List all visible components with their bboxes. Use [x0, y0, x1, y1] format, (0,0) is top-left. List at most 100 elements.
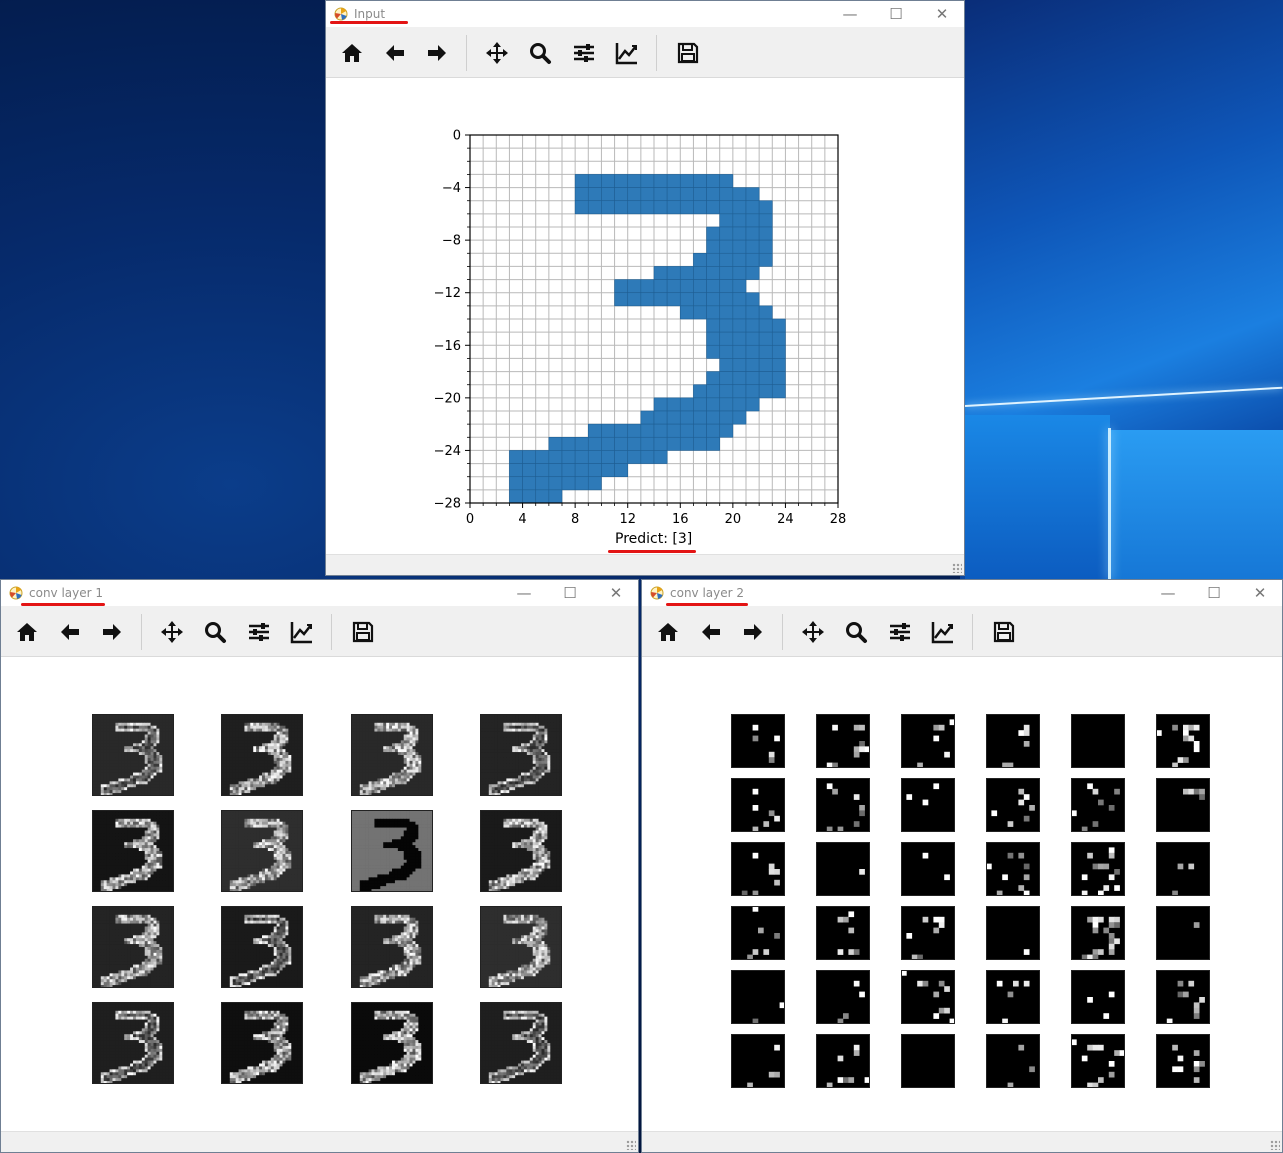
home-button[interactable]: [336, 37, 368, 69]
title-bar[interactable]: conv layer 1 — ☐ ✕: [1, 580, 638, 606]
feature-map: [351, 714, 433, 796]
conv-layer-2-window: conv layer 2 — ☐ ✕: [641, 579, 1283, 1153]
forward-arrow-button[interactable]: [96, 616, 128, 648]
minimize-button[interactable]: —: [502, 582, 546, 604]
pixel-cell: [640, 423, 655, 438]
pixel-cell: [653, 436, 668, 451]
pixel-cell: [561, 476, 576, 491]
pixel-cell: [706, 423, 721, 438]
feature-map: [1156, 714, 1210, 768]
pixel-cell: [771, 358, 786, 372]
forward-arrow-icon: [744, 624, 762, 640]
pixel-cell: [758, 213, 773, 228]
pixel-cell: [706, 266, 721, 280]
desktop-wallpaper-pane: [1110, 430, 1283, 580]
save-button[interactable]: [347, 616, 379, 648]
pixel-cell: [679, 436, 694, 451]
pixel-cell: [679, 292, 694, 307]
pan-button[interactable]: [481, 37, 513, 69]
y-tick-label: −16: [434, 339, 461, 354]
feature-map: [221, 810, 303, 892]
pixel-cell: [561, 436, 576, 451]
pixel-cell: [732, 344, 747, 359]
pixel-cell: [679, 187, 694, 202]
resize-grip[interactable]: [1270, 1140, 1280, 1150]
configure-subplots-button[interactable]: [568, 37, 600, 69]
title-bar[interactable]: conv layer 2 — ☐ ✕: [642, 580, 1282, 606]
pixel-cell: [509, 489, 523, 504]
zoom-button[interactable]: [199, 616, 231, 648]
pixel-cell: [719, 279, 734, 294]
pixel-cell: [719, 318, 734, 333]
pan-button[interactable]: [156, 616, 188, 648]
pixel-cell: [758, 252, 773, 267]
minimize-button[interactable]: —: [828, 3, 872, 25]
maximize-button[interactable]: ☐: [1192, 582, 1236, 604]
pixel-cell: [666, 423, 681, 438]
matplotlib-app-icon: [650, 586, 664, 600]
pixel-cell: [693, 423, 707, 438]
figure-canvas[interactable]: 0 4 8 12 16 20 24 28 0 −4 −8 −12 −16 −20 −24 −28 Predic…: [326, 78, 964, 555]
pixel-cell: [745, 292, 760, 307]
feature-map: [1156, 842, 1210, 896]
pixel-cell: [627, 292, 642, 307]
maximize-button[interactable]: ☐: [548, 582, 592, 604]
pixel-cell: [601, 423, 615, 438]
minimize-button[interactable]: —: [1146, 582, 1190, 604]
pan-icon: [486, 42, 508, 64]
close-button[interactable]: ✕: [920, 3, 964, 25]
pixel-cell: [587, 187, 602, 202]
pixel-cell: [653, 187, 668, 202]
feature-map: [986, 1034, 1040, 1088]
edit-axis-button[interactable]: [286, 616, 318, 648]
pixel-cell: [601, 463, 615, 478]
close-button[interactable]: ✕: [1238, 582, 1282, 604]
figure-canvas[interactable]: [642, 657, 1282, 1132]
back-arrow-button[interactable]: [695, 616, 727, 648]
configure-subplots-button[interactable]: [243, 616, 275, 648]
pixel-cell: [758, 200, 773, 215]
save-icon: [993, 621, 1015, 643]
figure-canvas[interactable]: [1, 657, 638, 1132]
pan-button[interactable]: [797, 616, 829, 648]
pixel-cell: [758, 226, 773, 241]
save-button[interactable]: [988, 616, 1020, 648]
save-icon: [352, 621, 374, 643]
home-button[interactable]: [652, 616, 684, 648]
save-button[interactable]: [672, 37, 704, 69]
configure-subplots-button[interactable]: [884, 616, 916, 648]
feature-map: [816, 1034, 870, 1088]
pixel-cell: [653, 450, 668, 464]
pixel-cell: [706, 187, 721, 202]
resize-grip[interactable]: [626, 1140, 636, 1150]
feature-map: [92, 714, 174, 796]
title-bar[interactable]: Input — ☐ ✕: [326, 1, 964, 27]
forward-arrow-button[interactable]: [421, 37, 453, 69]
maximize-button[interactable]: ☐: [874, 3, 918, 25]
pixel-cell: [745, 397, 760, 412]
feature-map: [731, 1034, 785, 1088]
pixel-cell: [679, 423, 694, 438]
feature-map: [221, 906, 303, 988]
pixel-cell: [679, 279, 694, 294]
forward-arrow-button[interactable]: [737, 616, 769, 648]
edit-axis-icon: [290, 622, 312, 644]
edit-axis-button[interactable]: [611, 37, 643, 69]
window-title: Input: [354, 7, 386, 21]
close-button[interactable]: ✕: [594, 582, 638, 604]
back-arrow-icon: [702, 624, 720, 640]
pixel-cell: [679, 200, 694, 215]
pixel-cell: [601, 174, 615, 188]
home-button[interactable]: [11, 616, 43, 648]
pixel-cell: [706, 292, 721, 307]
back-arrow-button[interactable]: [379, 37, 411, 69]
edit-axis-button[interactable]: [927, 616, 959, 648]
resize-grip[interactable]: [952, 563, 962, 573]
feature-map: [986, 906, 1040, 960]
zoom-button[interactable]: [524, 37, 556, 69]
pixel-cell: [614, 463, 629, 478]
back-arrow-button[interactable]: [54, 616, 86, 648]
feature-map: [731, 714, 785, 768]
zoom-button[interactable]: [840, 616, 872, 648]
feature-map: [901, 714, 955, 768]
